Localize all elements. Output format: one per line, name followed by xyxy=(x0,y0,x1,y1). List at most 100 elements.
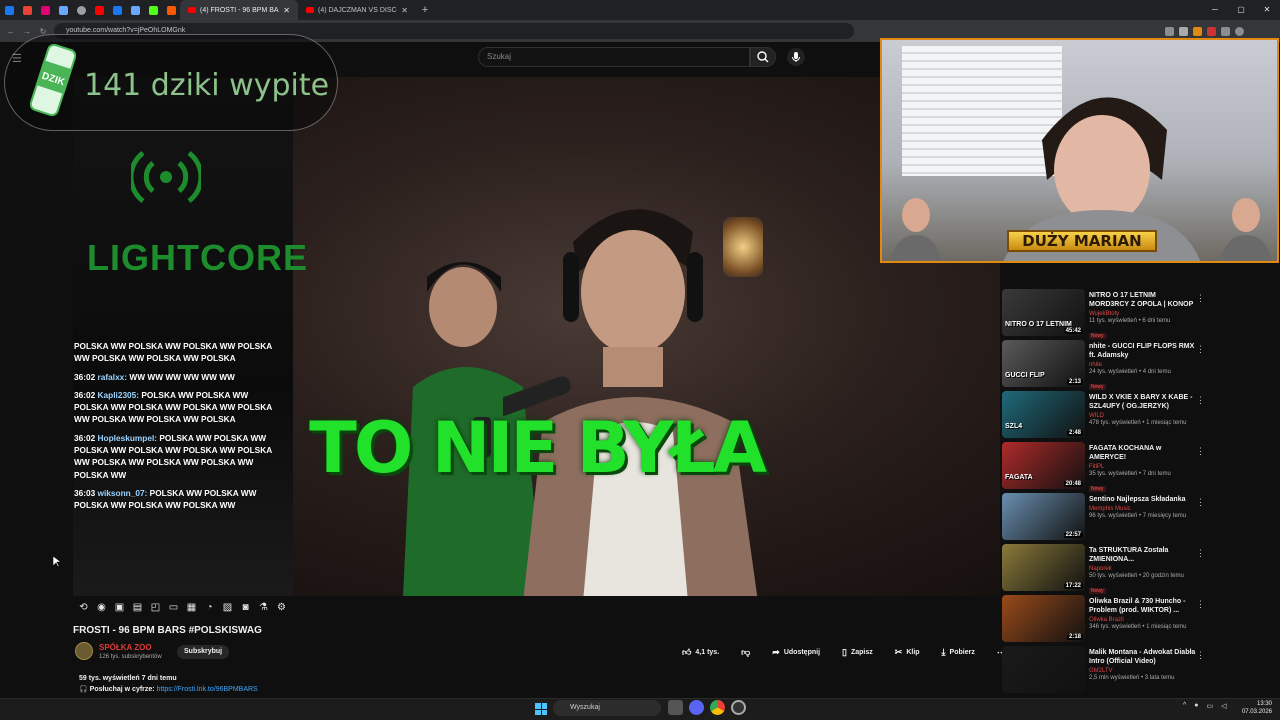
screenshot-icon[interactable]: ▣ xyxy=(114,602,125,613)
recommendation-channel[interactable]: GM2LTV xyxy=(1089,668,1197,674)
description-link[interactable]: https://Frosti.lnk.to/96BPMBARS xyxy=(157,686,258,693)
clip-button[interactable]: ✂ Klip xyxy=(889,644,926,660)
close-tab-icon[interactable]: ✕ xyxy=(283,6,290,15)
voice-search-button[interactable] xyxy=(787,48,805,66)
video-thumbnail[interactable]: 17:22 xyxy=(1002,544,1085,591)
pinned-tab-star-2[interactable] xyxy=(126,0,144,20)
speed-icon[interactable]: ◔ xyxy=(204,602,215,613)
clapper-icon[interactable]: ▤ xyxy=(132,602,143,613)
recommendation-title[interactable]: NITRO O 17 LETNIM MORD3RCY Z OPOLA | KON… xyxy=(1089,291,1197,309)
recommendation-item[interactable]: GUCCI FLIP 2:13 nhite - GUCCI FLIP FLOPS R… xyxy=(1000,340,1280,391)
video-thumbnail[interactable]: 2:18 xyxy=(1002,595,1085,642)
taskbar-search[interactable]: Wyszukaj xyxy=(553,700,661,716)
search-input[interactable]: Szukaj xyxy=(478,47,750,67)
video-thumbnail[interactable]: GUCCI FLIP 2:13 xyxy=(1002,340,1085,387)
flask-icon[interactable]: ⚗ xyxy=(258,602,269,613)
recommendation-item[interactable]: 2:18 Oliwka Brazil & 730 Huncho - Problem… xyxy=(1000,595,1280,646)
pinned-tab-t[interactable] xyxy=(36,0,54,20)
recommendation-title[interactable]: nhite - GUCCI FLIP FLOPS RMX ft. Adamsky xyxy=(1089,342,1197,360)
more-vertical-icon[interactable]: ⋮ xyxy=(1196,395,1205,406)
close-tab-icon[interactable]: ✕ xyxy=(401,6,408,15)
recommendation-channel[interactable]: FitiPL xyxy=(1089,464,1197,470)
more-vertical-icon[interactable]: ⋮ xyxy=(1196,446,1205,457)
recommendation-channel[interactable]: Oliwka Brazil xyxy=(1089,617,1197,623)
recommendation-title[interactable]: Oliwka Brazil & 730 Huncho - Problem (pr… xyxy=(1089,597,1197,615)
settings-gear-icon[interactable]: ⚙ xyxy=(276,602,287,613)
profile-avatar[interactable] xyxy=(1235,26,1244,36)
miniplayer-icon[interactable]: ◰ xyxy=(150,602,161,613)
recommendation-title[interactable]: Sentino Najlepsza Składanka xyxy=(1089,495,1197,504)
volume-icon[interactable]: ◁ xyxy=(1221,702,1226,710)
microphone-icon[interactable]: ● xyxy=(1194,702,1198,710)
recommendation-title[interactable]: Malik Montana - Adwokat Diabła Intro (Of… xyxy=(1089,648,1197,666)
pip-icon[interactable]: ▨ xyxy=(222,602,233,613)
file-explorer-icon[interactable] xyxy=(668,700,683,715)
recommendation-channel[interactable]: WILD xyxy=(1089,413,1197,419)
recommendation-item[interactable]: Malik Montana - Adwokat Diabła Intro (Of… xyxy=(1000,646,1280,697)
back-icon[interactable]: ← xyxy=(6,27,16,36)
pinned-tab-kick[interactable] xyxy=(144,0,162,20)
chrome-icon[interactable] xyxy=(710,700,725,715)
maximize-icon[interactable]: ▢ xyxy=(1228,0,1254,20)
recommendation-item[interactable]: NITRO O 17 LETNIM 45:42 NITRO O 17 LETNIM … xyxy=(1000,289,1280,340)
more-vertical-icon[interactable]: ⋮ xyxy=(1196,293,1205,304)
tab-dajczman[interactable]: (4) DAJCZMAN VS DISCOKAR ✕ xyxy=(298,0,416,20)
taskbar-clock[interactable]: 13:30 07.03.2026 xyxy=(1238,700,1272,716)
more-vertical-icon[interactable]: ⋮ xyxy=(1196,650,1205,661)
recommendation-item[interactable]: FAGATA 20:48 FAGATA KOCHANA w AMERYCE! Fiti… xyxy=(1000,442,1280,493)
channel-name[interactable]: SPÓŁKA ZOO xyxy=(99,643,152,652)
dislike-button[interactable]: 👎︎ xyxy=(735,644,756,660)
cinema-icon[interactable]: ▦ xyxy=(186,602,197,613)
loop-icon[interactable]: ⟲ xyxy=(78,602,89,613)
windows-start-icon[interactable] xyxy=(535,703,547,715)
recommendation-item[interactable]: 22:57 Sentino Najlepsza Składanka Memphis … xyxy=(1000,493,1280,544)
recommendation-title[interactable]: FAGATA KOCHANA w AMERYCE! xyxy=(1089,444,1197,462)
chevron-up-icon[interactable]: ^ xyxy=(1183,702,1186,710)
more-vertical-icon[interactable]: ⋮ xyxy=(1196,344,1205,355)
recommendation-item[interactable]: 17:22 Ta STRUKTURA Została ZMIENIONA... Na… xyxy=(1000,544,1280,595)
video-player[interactable]: LIGHTCORE TO NIE BYŁA xyxy=(73,77,1000,596)
share-button[interactable]: ➦ Udostępnij xyxy=(766,644,826,660)
discord-icon[interactable] xyxy=(689,700,704,715)
pinned-tab-star[interactable] xyxy=(54,0,72,20)
channel-avatar[interactable] xyxy=(75,642,93,660)
recommendation-title[interactable]: WILD X VKIE X BARY X KABE - SZL4UFY ( OG… xyxy=(1089,393,1197,411)
pinned-tab-allegro[interactable] xyxy=(162,0,180,20)
more-vertical-icon[interactable]: ⋮ xyxy=(1196,548,1205,559)
video-thumbnail[interactable] xyxy=(1002,646,1085,693)
subscribe-button[interactable]: Subskrybuj xyxy=(177,645,230,659)
recommendation-item[interactable]: SZL4 2:48 WILD X VKIE X BARY X KABE - SZL4… xyxy=(1000,391,1280,442)
recommendation-channel[interactable]: Memphis Music xyxy=(1089,506,1197,512)
extension-icon[interactable] xyxy=(1165,26,1174,36)
extension-icon[interactable] xyxy=(1221,26,1230,36)
video-thumbnail[interactable]: 22:57 xyxy=(1002,493,1085,540)
theater-icon[interactable]: ▭ xyxy=(168,602,179,613)
pinned-tab-facebook[interactable] xyxy=(0,0,18,20)
video-thumbnail[interactable]: NITRO O 17 LETNIM 45:42 xyxy=(1002,289,1085,336)
obs-icon[interactable] xyxy=(731,700,746,715)
recommendation-channel[interactable]: Naporek xyxy=(1089,566,1197,572)
tab-frosti[interactable]: (4) FROSTI - 96 BPM BARS ✕ xyxy=(180,0,298,20)
close-window-icon[interactable]: ✕ xyxy=(1254,0,1280,20)
pinned-tab-gmail[interactable] xyxy=(18,0,36,20)
more-vertical-icon[interactable]: ⋮ xyxy=(1196,497,1205,508)
forward-icon[interactable]: → xyxy=(22,27,32,36)
save-button[interactable]: ▯ Zapisz xyxy=(836,644,879,660)
pinned-tab-globe[interactable] xyxy=(72,0,90,20)
search-button[interactable] xyxy=(750,47,776,67)
recommendation-channel[interactable]: nhite xyxy=(1089,362,1197,368)
audio-icon[interactable]: ◉ xyxy=(96,602,107,613)
extension-icon[interactable] xyxy=(1207,26,1216,36)
pinned-tab-youtube[interactable] xyxy=(90,0,108,20)
camera-icon[interactable]: ◙ xyxy=(240,602,251,613)
more-vertical-icon[interactable]: ⋮ xyxy=(1196,599,1205,610)
bookmark-star-icon[interactable] xyxy=(1179,26,1188,36)
minimize-icon[interactable]: ─ xyxy=(1202,0,1228,20)
extension-icon[interactable] xyxy=(1193,26,1202,36)
recommendation-title[interactable]: Ta STRUKTURA Została ZMIENIONA... xyxy=(1089,546,1197,564)
network-icon[interactable]: ▭ xyxy=(1207,702,1214,710)
recommendation-channel[interactable]: WujekBtoty xyxy=(1089,311,1197,317)
download-button[interactable]: ⤓ Pobierz xyxy=(936,644,981,660)
video-thumbnail[interactable]: FAGATA 20:48 xyxy=(1002,442,1085,489)
pinned-tab-facebook-2[interactable] xyxy=(108,0,126,20)
